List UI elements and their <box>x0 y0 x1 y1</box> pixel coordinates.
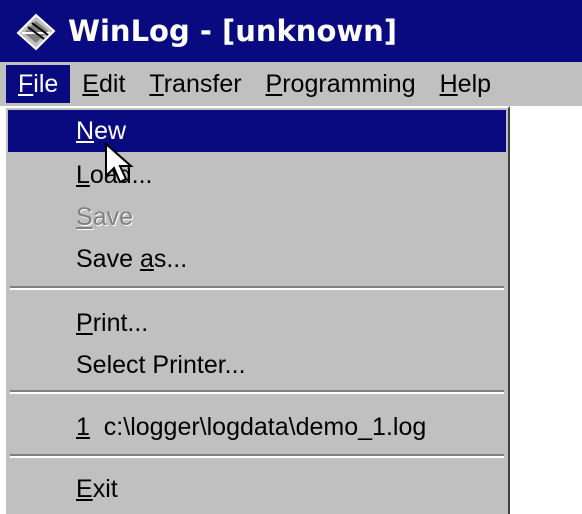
menu-item-select-printer[interactable]: Select Printer... <box>8 344 506 386</box>
menu-item-load[interactable]: Load... <box>8 154 506 196</box>
menu-help[interactable]: Help <box>428 65 503 103</box>
menu-file[interactable]: File <box>6 65 71 103</box>
winlog-app-icon <box>16 13 56 51</box>
menu-item-print[interactable]: Print... <box>8 302 506 344</box>
menu-transfer[interactable]: Transfer <box>137 65 253 103</box>
file-menu-dropdown: New Load... Save Save as... Print... Sel… <box>4 106 510 514</box>
menu-separator <box>10 390 504 394</box>
menu-item-save-as[interactable]: Save as... <box>8 238 506 280</box>
menu-separator <box>10 286 504 290</box>
menu-bar: File Edit Transfer Programming Help <box>0 62 582 106</box>
winlog-window: WinLog - [unknown] File Edit Transfer Pr… <box>0 0 582 514</box>
arrow-pointer-icon <box>105 142 134 184</box>
menu-item-recent-file-1[interactable]: 1 c:\logger\logdata\demo_1.log <box>8 406 506 448</box>
title-bar[interactable]: WinLog - [unknown] <box>0 0 582 62</box>
menu-separator <box>10 454 504 458</box>
menu-item-save: Save <box>76 203 133 231</box>
window-title: WinLog - [unknown] <box>68 14 398 48</box>
menu-edit[interactable]: Edit <box>70 65 137 103</box>
menu-item-new[interactable]: New <box>8 110 506 152</box>
menu-programming[interactable]: Programming <box>254 65 428 103</box>
menu-item-exit[interactable]: Exit <box>8 468 506 510</box>
